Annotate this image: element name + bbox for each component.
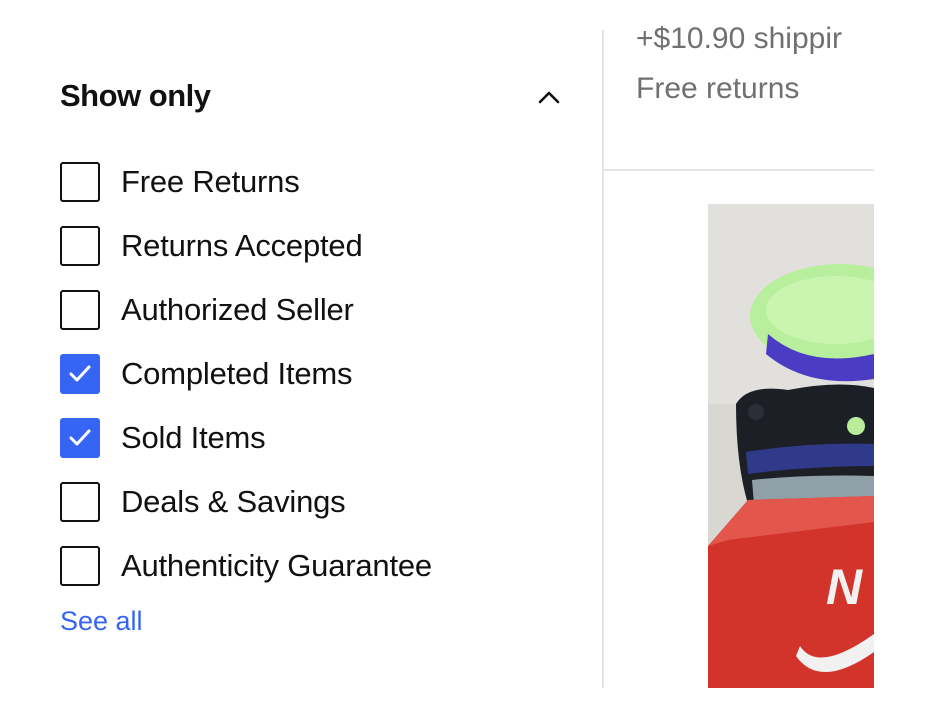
results-column: +$10.90 shippir Free returns N bbox=[604, 0, 874, 718]
filter-option-returns-accepted[interactable]: Returns Accepted bbox=[60, 214, 432, 278]
filter-option-sold-items[interactable]: Sold Items bbox=[60, 406, 432, 470]
filter-option-free-returns[interactable]: Free Returns bbox=[60, 150, 432, 214]
filter-option-authenticity-guarantee[interactable]: Authenticity Guarantee bbox=[60, 534, 432, 598]
check-icon bbox=[69, 429, 91, 446]
checkbox[interactable] bbox=[60, 162, 100, 202]
shipping-cost: +$10.90 shippir bbox=[636, 22, 842, 55]
filter-option-deals-savings[interactable]: Deals & Savings bbox=[60, 470, 432, 534]
collapse-toggle[interactable] bbox=[532, 83, 566, 111]
checkbox[interactable] bbox=[60, 226, 100, 266]
option-label: Completed Items bbox=[121, 356, 353, 391]
option-label: Authenticity Guarantee bbox=[121, 548, 432, 583]
see-all-link[interactable]: See all bbox=[60, 606, 143, 637]
option-label: Authorized Seller bbox=[121, 292, 354, 327]
check-icon bbox=[69, 365, 91, 382]
option-label: Sold Items bbox=[121, 420, 266, 455]
checkbox[interactable] bbox=[60, 290, 100, 330]
option-label: Free Returns bbox=[121, 164, 300, 199]
checkbox[interactable] bbox=[60, 418, 100, 458]
filter-options: Free Returns Returns Accepted Authorized… bbox=[60, 150, 432, 598]
item-divider bbox=[604, 169, 874, 171]
option-label: Deals & Savings bbox=[121, 484, 346, 519]
section-title: Show only bbox=[60, 78, 211, 113]
checkbox[interactable] bbox=[60, 482, 100, 522]
option-label: Returns Accepted bbox=[121, 228, 363, 263]
sneaker-image: N bbox=[708, 204, 874, 688]
svg-text:N: N bbox=[826, 559, 863, 615]
filter-panel: Show only Free Returns Returns Accepted … bbox=[0, 0, 602, 718]
product-image[interactable]: N bbox=[708, 204, 874, 688]
checkbox[interactable] bbox=[60, 546, 100, 586]
chevron-up-icon bbox=[538, 91, 560, 104]
returns-info: Free returns bbox=[636, 72, 800, 105]
filter-option-authorized-seller[interactable]: Authorized Seller bbox=[60, 278, 432, 342]
filter-option-completed-items[interactable]: Completed Items bbox=[60, 342, 432, 406]
checkbox[interactable] bbox=[60, 354, 100, 394]
